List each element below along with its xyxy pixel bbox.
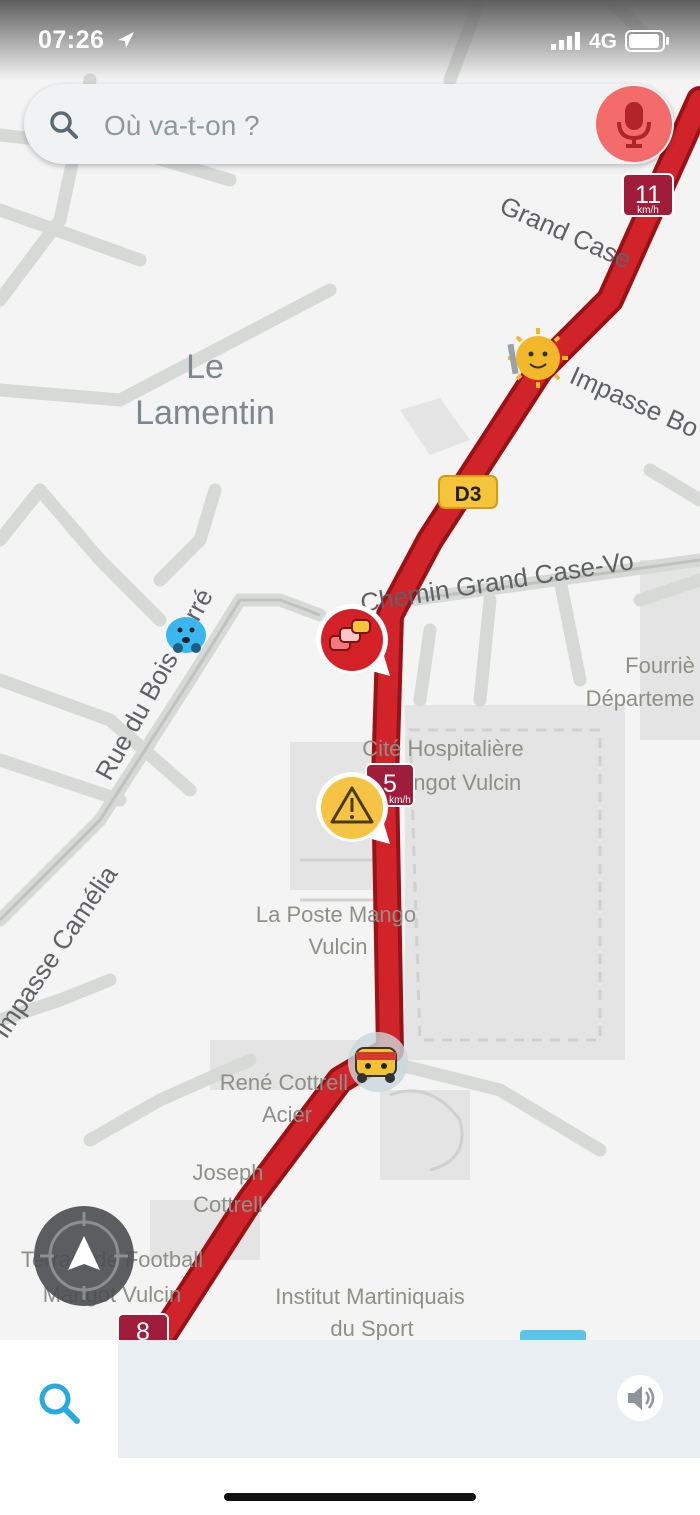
bottom-search-button[interactable]: [0, 1340, 118, 1458]
road-badge-d3: D3: [438, 475, 498, 509]
place-label-departement: Départeme: [586, 686, 695, 711]
status-bar: 07:26 4G: [0, 0, 700, 80]
place-label-du-sport: du Sport: [330, 1316, 413, 1340]
place-label-cite-hospitaliere: Cité Hospitalière: [362, 736, 523, 761]
place-label-joseph: Joseph: [193, 1160, 264, 1185]
svg-text:km/h: km/h: [637, 205, 659, 216]
sound-button[interactable]: [617, 1375, 663, 1421]
svg-text:km/h: km/h: [389, 795, 411, 806]
wazer-avatar-icon[interactable]: [166, 617, 206, 653]
svg-text:8: 8: [136, 1318, 150, 1340]
place-label-cottrell: Cottrell: [193, 1192, 263, 1217]
search-input[interactable]: Où va-t-on ?: [104, 110, 260, 142]
place-label-lamentin: Lamentin: [135, 394, 275, 432]
signal-bars-icon: [551, 32, 580, 50]
voice-search-button[interactable]: [596, 86, 672, 162]
place-label-acier: Acier: [262, 1102, 312, 1127]
battery-icon: [625, 30, 669, 52]
place-label-institut: Institut Martiniquais: [275, 1284, 465, 1309]
status-time: 07:26: [38, 26, 105, 54]
place-label-le: Le: [186, 348, 224, 386]
map-marker-partial: [520, 1330, 586, 1340]
sound-icon: [628, 1386, 655, 1410]
location-arrow-icon: [118, 32, 134, 48]
ninja-wazer-icon: [348, 1032, 408, 1092]
recenter-compass-icon[interactable]: [34, 1206, 134, 1306]
map-view[interactable]: Le Lamentin Fourriè Départeme Cité Hospi…: [0, 0, 700, 1340]
place-label-fourriere: Fourriè: [625, 653, 695, 678]
svg-text:5: 5: [383, 770, 397, 798]
search-icon: [39, 1383, 80, 1424]
home-indicator[interactable]: [224, 1493, 476, 1501]
place-label-vulcin: Vulcin: [308, 934, 367, 959]
speed-marker-8: 8: [117, 1313, 169, 1340]
home-indicator-area: [0, 1458, 700, 1515]
place-label-la-poste: La Poste Mango: [256, 902, 416, 927]
speed-marker-11: 11 km/h: [622, 173, 674, 217]
microphone-icon: [617, 102, 651, 148]
network-type: 4G: [589, 30, 618, 53]
svg-text:D3: D3: [455, 483, 482, 506]
search-icon: [50, 111, 78, 139]
place-label-rene-cottrell: René Cottrell: [220, 1070, 348, 1095]
